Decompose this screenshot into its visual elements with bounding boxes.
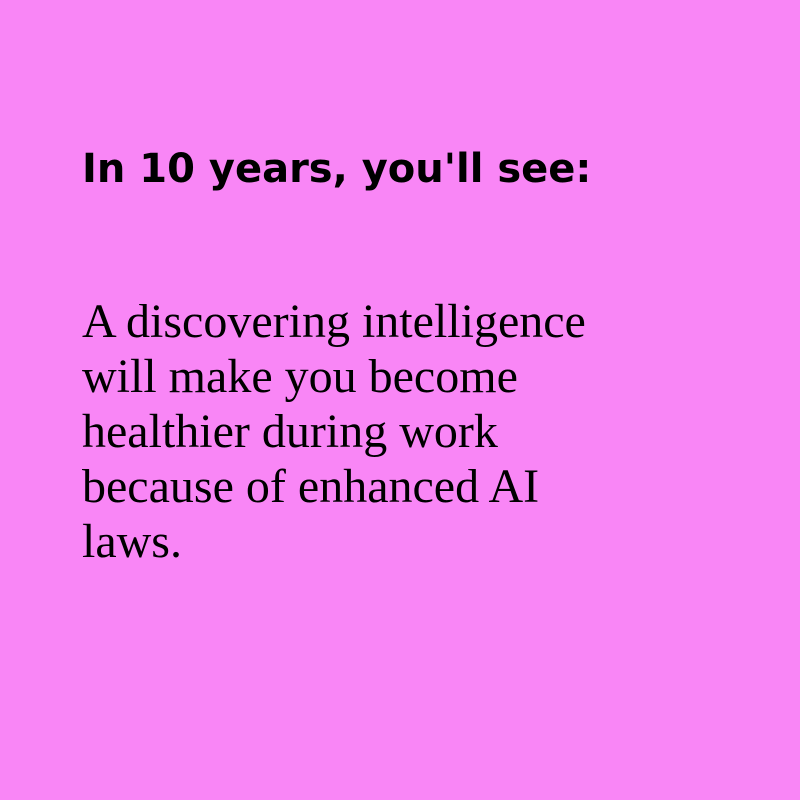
prediction-line: laws.: [82, 515, 182, 568]
prediction-line: healthier during work: [82, 405, 498, 458]
prediction-line: because of enhanced AI: [82, 460, 540, 513]
prediction-card: In 10 years, you'll see: A discovering i…: [0, 0, 800, 800]
heading: In 10 years, you'll see:: [82, 146, 592, 192]
prediction-text: A discovering intelligence will make you…: [82, 294, 722, 569]
prediction-line: will make you become: [82, 350, 518, 403]
prediction-line: A discovering intelligence: [82, 295, 586, 348]
